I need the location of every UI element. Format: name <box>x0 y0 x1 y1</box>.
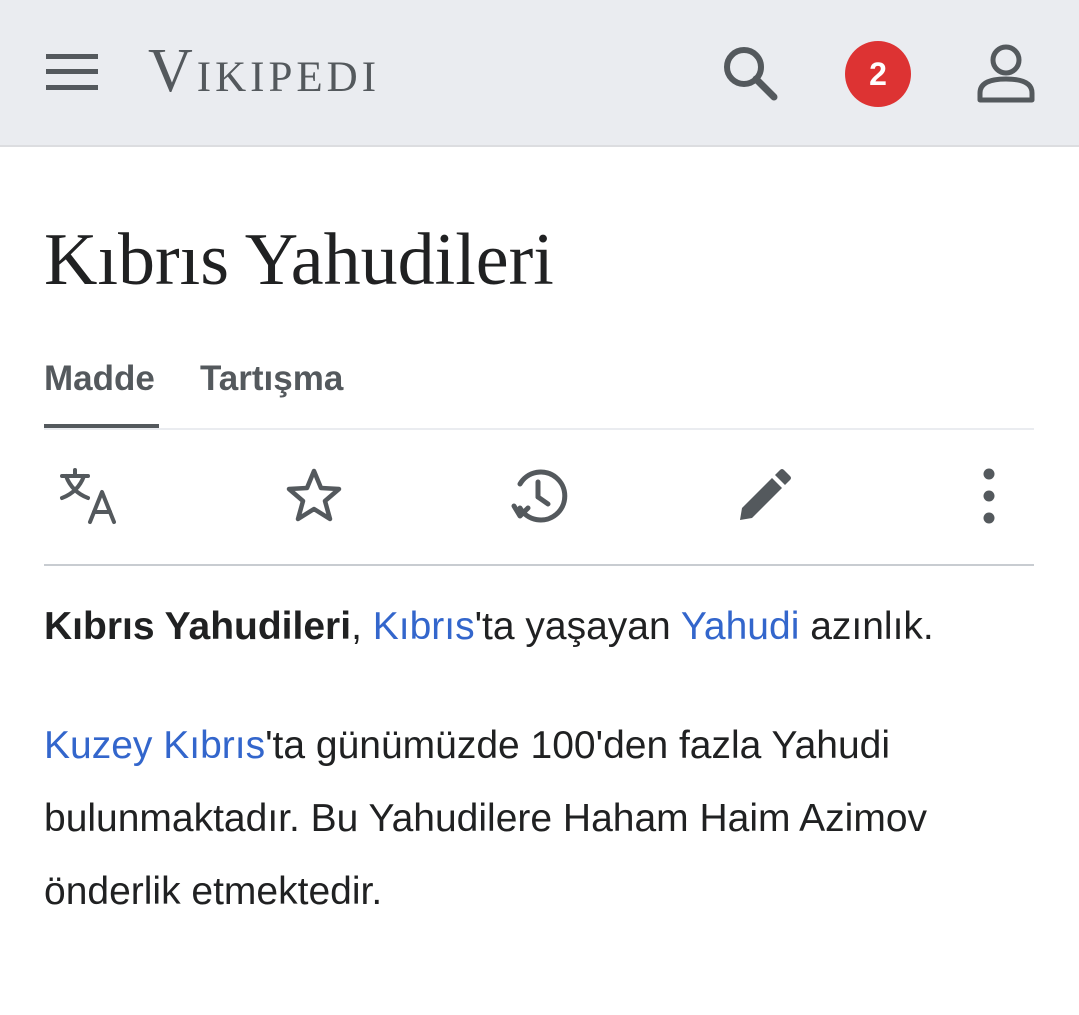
more-vertical-icon[interactable] <box>959 466 1019 526</box>
article-tabs: Madde Tartışma <box>44 356 1034 430</box>
text: , <box>351 605 373 648</box>
language-icon[interactable] <box>58 466 118 526</box>
watch-star-icon[interactable] <box>284 466 344 526</box>
wikipedia-logo[interactable]: Vikipedi <box>148 40 380 102</box>
history-icon[interactable] <box>508 466 568 526</box>
text: 'ta yaşayan <box>474 605 681 648</box>
tab-madde[interactable]: Madde <box>44 356 159 428</box>
search-icon[interactable] <box>722 45 778 101</box>
paragraph-2: Kuzey Kıbrıs'ta günümüzde 100'den fazla … <box>44 709 1034 928</box>
text: azınlık. <box>799 605 934 648</box>
article-content: Kıbrıs Yahudileri, Kıbrıs'ta yaşayan Yah… <box>44 590 1034 928</box>
page-actions-bar <box>44 430 1034 566</box>
tab-tartisma[interactable]: Tartışma <box>200 356 343 426</box>
link-yahudi[interactable]: Yahudi <box>681 605 800 648</box>
hamburger-menu-icon[interactable] <box>46 52 98 92</box>
page-title: Kıbrıs Yahudileri <box>44 219 554 301</box>
edit-pencil-icon[interactable] <box>734 466 794 526</box>
article-subject-bold: Kıbrıs Yahudileri <box>44 605 352 648</box>
notifications-badge[interactable]: 2 <box>845 41 911 107</box>
link-kuzey-kibris[interactable]: Kuzey Kıbrıs <box>44 724 265 767</box>
top-header: Vikipedi 2 <box>0 0 1079 147</box>
link-kibris[interactable]: Kıbrıs <box>373 605 475 648</box>
paragraph-1: Kıbrıs Yahudileri, Kıbrıs'ta yaşayan Yah… <box>44 590 1034 663</box>
user-icon[interactable] <box>976 43 1036 103</box>
